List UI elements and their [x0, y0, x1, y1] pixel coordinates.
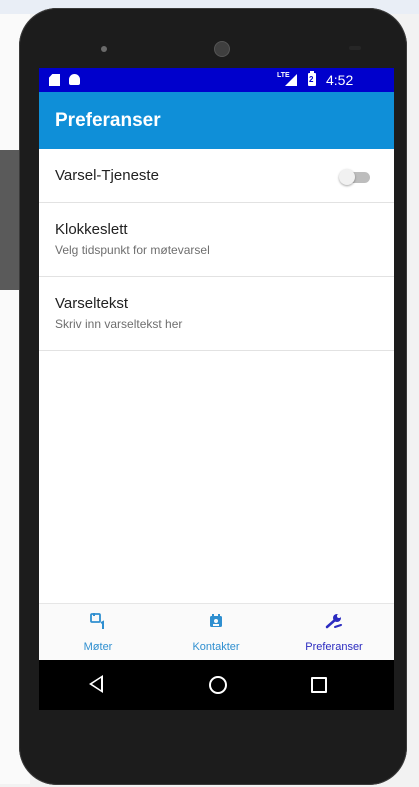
pref-row-varsel-tjeneste[interactable]: Varsel-Tjeneste [39, 149, 394, 203]
pref-subtitle: Skriv inn varseltekst her [55, 317, 183, 331]
battery-level: 2 [309, 75, 314, 84]
phone-camera [214, 41, 230, 57]
home-icon[interactable] [209, 676, 227, 694]
pref-subtitle: Velg tidspunkt for møtevarsel [55, 243, 210, 257]
pref-title: Varsel-Tjeneste [55, 167, 159, 184]
status-time: 4:52 [326, 72, 354, 88]
android-icon [69, 74, 80, 85]
phone-speaker [101, 46, 107, 52]
recent-apps-icon[interactable] [311, 677, 327, 693]
nav-item-preferanser[interactable]: Preferanser [275, 604, 393, 661]
status-bar: LTE 2 4:52 [39, 68, 394, 92]
pref-title: Varseltekst [55, 295, 129, 312]
battery-icon: 2 [308, 71, 316, 86]
nav-label: Kontakter [192, 641, 240, 653]
pref-title: Klokkeslett [55, 221, 128, 238]
sd-card-icon [49, 74, 60, 86]
pref-row-klokkeslett[interactable]: Klokkeslett Velg tidspunkt for møtevarse… [39, 202, 394, 277]
phone-sensor [349, 46, 361, 50]
bottom-navigation: Møter Kontakter Preferanser [39, 603, 394, 661]
nav-label: Preferanser [305, 641, 363, 653]
calendar-icon [90, 613, 104, 629]
contacts-icon [210, 614, 222, 627]
varsel-tjeneste-toggle[interactable] [339, 169, 373, 185]
signal-icon [285, 74, 297, 86]
app-bar: Preferanser [39, 92, 394, 149]
nav-label: Møter [83, 641, 113, 653]
toggle-thumb [339, 169, 355, 185]
nav-item-moter[interactable]: Møter [39, 604, 157, 661]
nav-item-kontakter[interactable]: Kontakter [157, 604, 275, 661]
page-title: Preferanser [55, 110, 161, 131]
android-navigation-bar [39, 660, 394, 710]
back-icon[interactable] [89, 675, 103, 693]
pref-row-varseltekst[interactable]: Varseltekst Skriv inn varseltekst her [39, 276, 394, 351]
phone-screen: LTE 2 4:52 Preferanser Varsel-Tjeneste K… [39, 68, 394, 710]
wrench-icon [325, 614, 342, 629]
